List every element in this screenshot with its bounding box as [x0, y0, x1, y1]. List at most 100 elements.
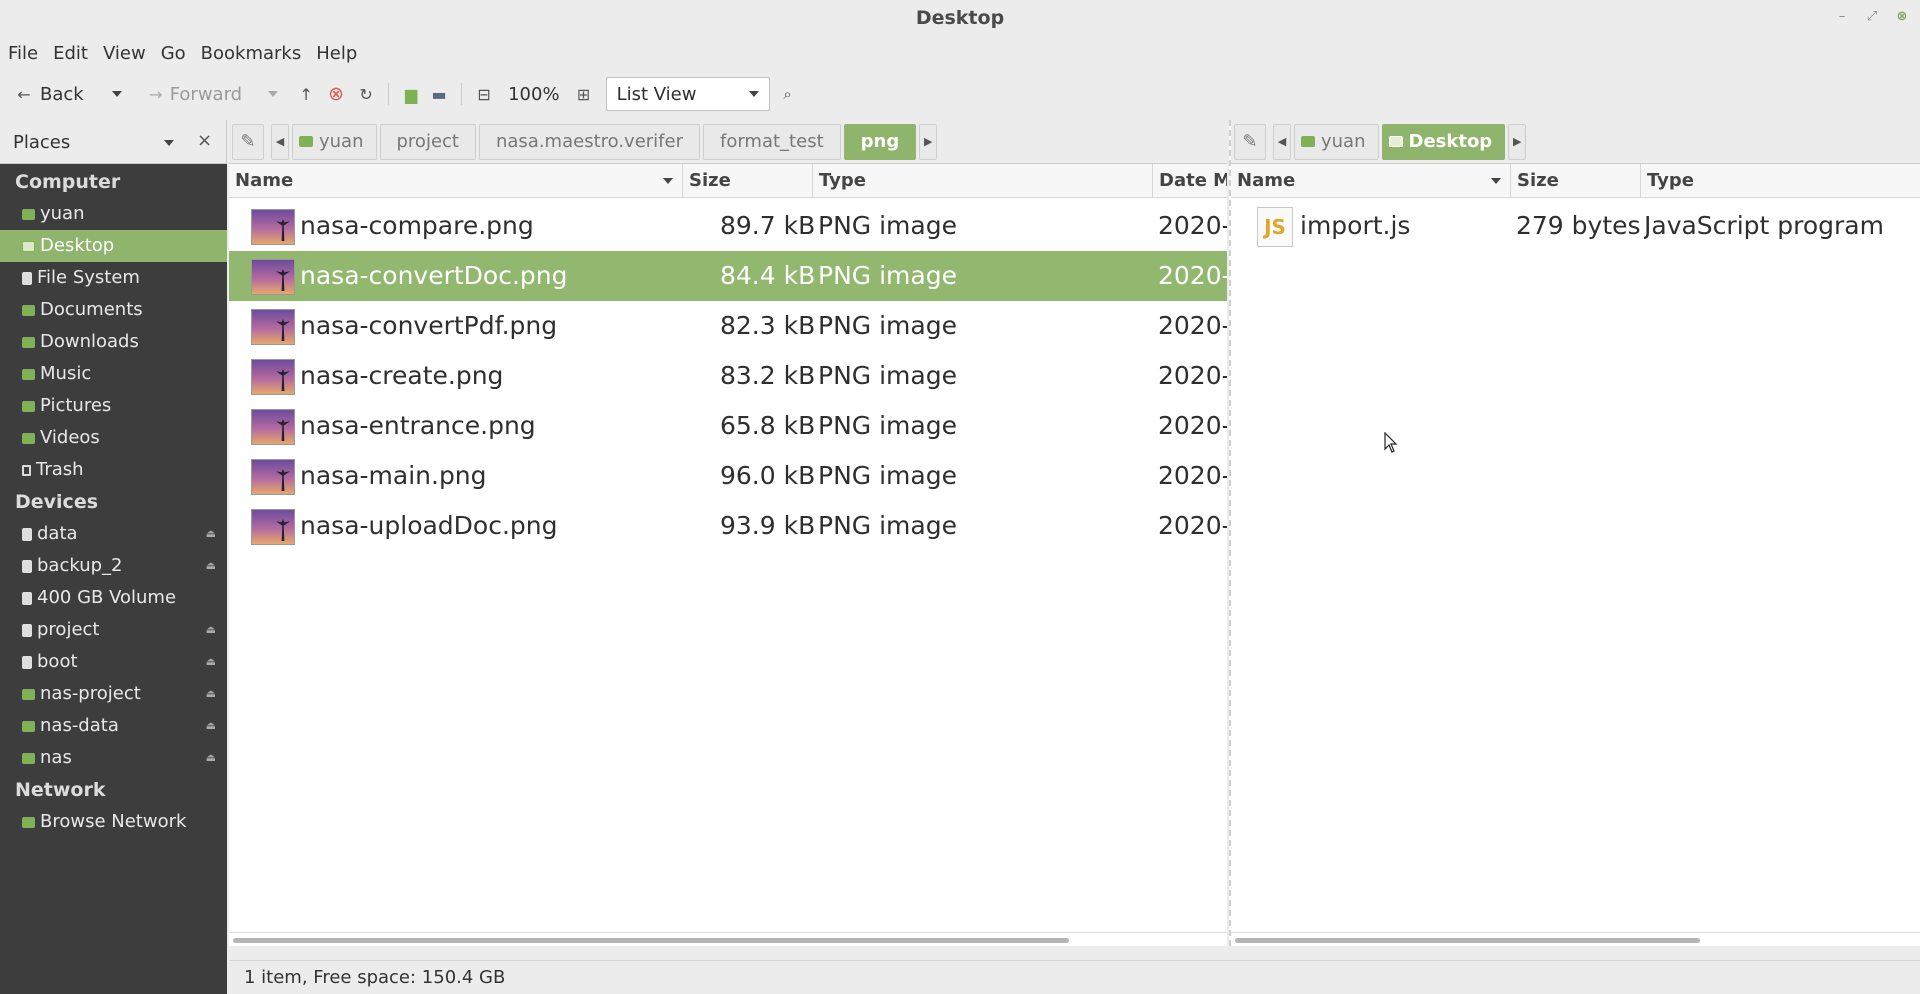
menu-view[interactable]: View	[103, 43, 155, 64]
close-sidebar-icon[interactable]: ×	[197, 130, 212, 151]
file-name: import.js	[1300, 211, 1411, 240]
sidebar-item-label: Pictures	[40, 395, 112, 416]
image-thumbnail-icon	[251, 509, 295, 545]
arrow-left-icon: ←	[17, 84, 31, 104]
sidebar-item-desktop[interactable]: Desktop	[0, 230, 227, 262]
column-name[interactable]: Name	[229, 164, 683, 198]
back-history-dropdown[interactable]	[111, 76, 122, 112]
sidebar-item-nas[interactable]: nas ⏏	[0, 742, 227, 774]
right-file-pane: ✎ ◀ yuan Desktop ▶ Name Size Type JS imp…	[1229, 120, 1920, 946]
eject-icon[interactable]: ⏏	[206, 710, 216, 742]
file-row[interactable]: JS import.js 279 bytes JavaScript progra…	[1231, 201, 1920, 251]
sidebar-item-trash[interactable]: Trash	[0, 454, 227, 486]
toggle-location-entry-button[interactable]: ✎	[232, 123, 264, 160]
home-button[interactable]: ▆	[397, 76, 425, 112]
sidebar-item-nas-data[interactable]: nas-data ⏏	[0, 710, 227, 742]
breadcrumb-label: format_test	[720, 131, 824, 152]
sidebar-item-file-system[interactable]: File System	[0, 262, 227, 294]
breadcrumb-project[interactable]: project	[379, 123, 476, 160]
column-name[interactable]: Name	[1231, 164, 1511, 198]
eject-icon[interactable]: ⏏	[206, 646, 216, 678]
file-row[interactable]: nasa-create.png 83.2 kB PNG image 2020-	[229, 351, 1227, 401]
breadcrumb-yuan[interactable]: yuan	[292, 123, 377, 160]
close-icon[interactable]: ⊗	[1892, 8, 1912, 26]
sidebar-item-pictures[interactable]: Pictures	[0, 390, 227, 422]
column-size[interactable]: Size	[683, 164, 813, 198]
left-file-pane: ✎ ◀ yuan project nasa.maestro.verifer fo…	[229, 120, 1227, 946]
toggle-location-entry-button[interactable]: ✎	[1234, 123, 1266, 160]
eject-icon[interactable]: ⏏	[206, 678, 216, 710]
drive-icon	[22, 527, 32, 541]
left-horizontal-scrollbar[interactable]	[229, 932, 1227, 946]
zoom-out-button[interactable]: ⊟	[470, 76, 498, 112]
sidebar-list: Computer yuan Desktop File System Docume…	[0, 166, 227, 838]
path-scroll-left-button[interactable]: ◀	[271, 123, 289, 160]
maximize-icon[interactable]: ⤢	[1862, 8, 1882, 26]
sidebar-item-nas-project[interactable]: nas-project ⏏	[0, 678, 227, 710]
back-button[interactable]: ← Back	[10, 76, 83, 112]
eject-icon[interactable]: ⏏	[206, 742, 216, 774]
path-scroll-left-button[interactable]: ◀	[1273, 123, 1291, 160]
forward-history-dropdown[interactable]	[268, 76, 279, 112]
sidebar-item-data[interactable]: data ⏏	[0, 518, 227, 550]
sidebar-mode-dropdown[interactable]	[164, 140, 174, 146]
sidebar-item-videos[interactable]: Videos	[0, 422, 227, 454]
sidebar-item-backup-2[interactable]: backup_2 ⏏	[0, 550, 227, 582]
sidebar-item-documents[interactable]: Documents	[0, 294, 227, 326]
computer-button[interactable]: ▬	[425, 76, 453, 112]
column-type[interactable]: Type	[1641, 164, 1920, 198]
file-type: PNG image	[818, 511, 957, 540]
column-type[interactable]: Type	[813, 164, 1153, 198]
zoom-in-button[interactable]: ⊞	[570, 76, 598, 112]
file-row[interactable]: nasa-entrance.png 65.8 kB PNG image 2020…	[229, 401, 1227, 451]
breadcrumb-yuan[interactable]: yuan	[1294, 123, 1379, 160]
view-mode-select[interactable]: List View	[605, 77, 770, 111]
title-bar: Desktop – ⤢ ⊗	[0, 0, 1920, 36]
menu-go[interactable]: Go	[161, 43, 195, 64]
right-horizontal-scrollbar[interactable]	[1231, 932, 1920, 946]
reload-button[interactable]: ↻	[352, 76, 380, 112]
stop-button[interactable]: ⊗	[322, 76, 350, 112]
eject-icon[interactable]: ⏏	[206, 550, 216, 582]
file-row[interactable]: nasa-uploadDoc.png 93.9 kB PNG image 202…	[229, 501, 1227, 551]
eject-icon[interactable]: ⏏	[206, 518, 216, 550]
file-name: nasa-entrance.png	[300, 411, 536, 440]
sidebar-item-boot[interactable]: boot ⏏	[0, 646, 227, 678]
breadcrumb-png[interactable]: png	[843, 123, 917, 160]
eject-icon[interactable]: ⏏	[206, 614, 216, 646]
menu-help[interactable]: Help	[316, 43, 366, 64]
file-row[interactable]: nasa-main.png 96.0 kB PNG image 2020-	[229, 451, 1227, 501]
sidebar-item-music[interactable]: Music	[0, 358, 227, 390]
file-row[interactable]: nasa-compare.png 89.7 kB PNG image 2020-	[229, 201, 1227, 251]
sidebar-item-400gb-volume[interactable]: 400 GB Volume	[0, 582, 227, 614]
sidebar-title: Places	[13, 132, 71, 153]
sidebar-item-yuan[interactable]: yuan	[0, 198, 227, 230]
file-row-selected[interactable]: nasa-convertDoc.png 84.4 kB PNG image 20…	[229, 251, 1227, 301]
sidebar-item-project[interactable]: project ⏏	[0, 614, 227, 646]
menu-file[interactable]: File	[8, 43, 47, 64]
zoom-level[interactable]: 100%	[508, 76, 559, 112]
drive-icon	[22, 591, 32, 605]
up-button[interactable]: ↑	[292, 76, 320, 112]
column-size[interactable]: Size	[1511, 164, 1641, 198]
scrollbar-thumb[interactable]	[1235, 938, 1700, 943]
sidebar-item-browse-network[interactable]: Browse Network	[0, 806, 227, 838]
breadcrumb-nasa-maestro-verifer[interactable]: nasa.maestro.verifer	[478, 123, 700, 160]
file-size: 89.7 kB	[720, 211, 816, 240]
breadcrumb-desktop[interactable]: Desktop	[1381, 123, 1506, 160]
path-scroll-right-button[interactable]: ▶	[1508, 123, 1527, 160]
file-row[interactable]: nasa-convertPdf.png 82.3 kB PNG image 20…	[229, 301, 1227, 351]
arrow-right-icon: →	[149, 84, 163, 104]
menu-bookmarks[interactable]: Bookmarks	[201, 43, 311, 64]
sidebar-item-downloads[interactable]: Downloads	[0, 326, 227, 358]
places-sidebar: Places × Computer yuan Desktop File Syst…	[0, 120, 227, 994]
forward-button[interactable]: → Forward	[142, 76, 242, 112]
file-name: nasa-main.png	[300, 461, 487, 490]
menu-edit[interactable]: Edit	[53, 43, 97, 64]
column-date-modified[interactable]: Date M	[1153, 164, 1227, 198]
search-button[interactable]: ⌕	[774, 76, 802, 112]
minimize-icon[interactable]: –	[1832, 8, 1852, 26]
path-scroll-right-button[interactable]: ▶	[919, 123, 938, 160]
breadcrumb-format-test[interactable]: format_test	[703, 123, 841, 160]
scrollbar-thumb[interactable]	[233, 938, 1069, 943]
